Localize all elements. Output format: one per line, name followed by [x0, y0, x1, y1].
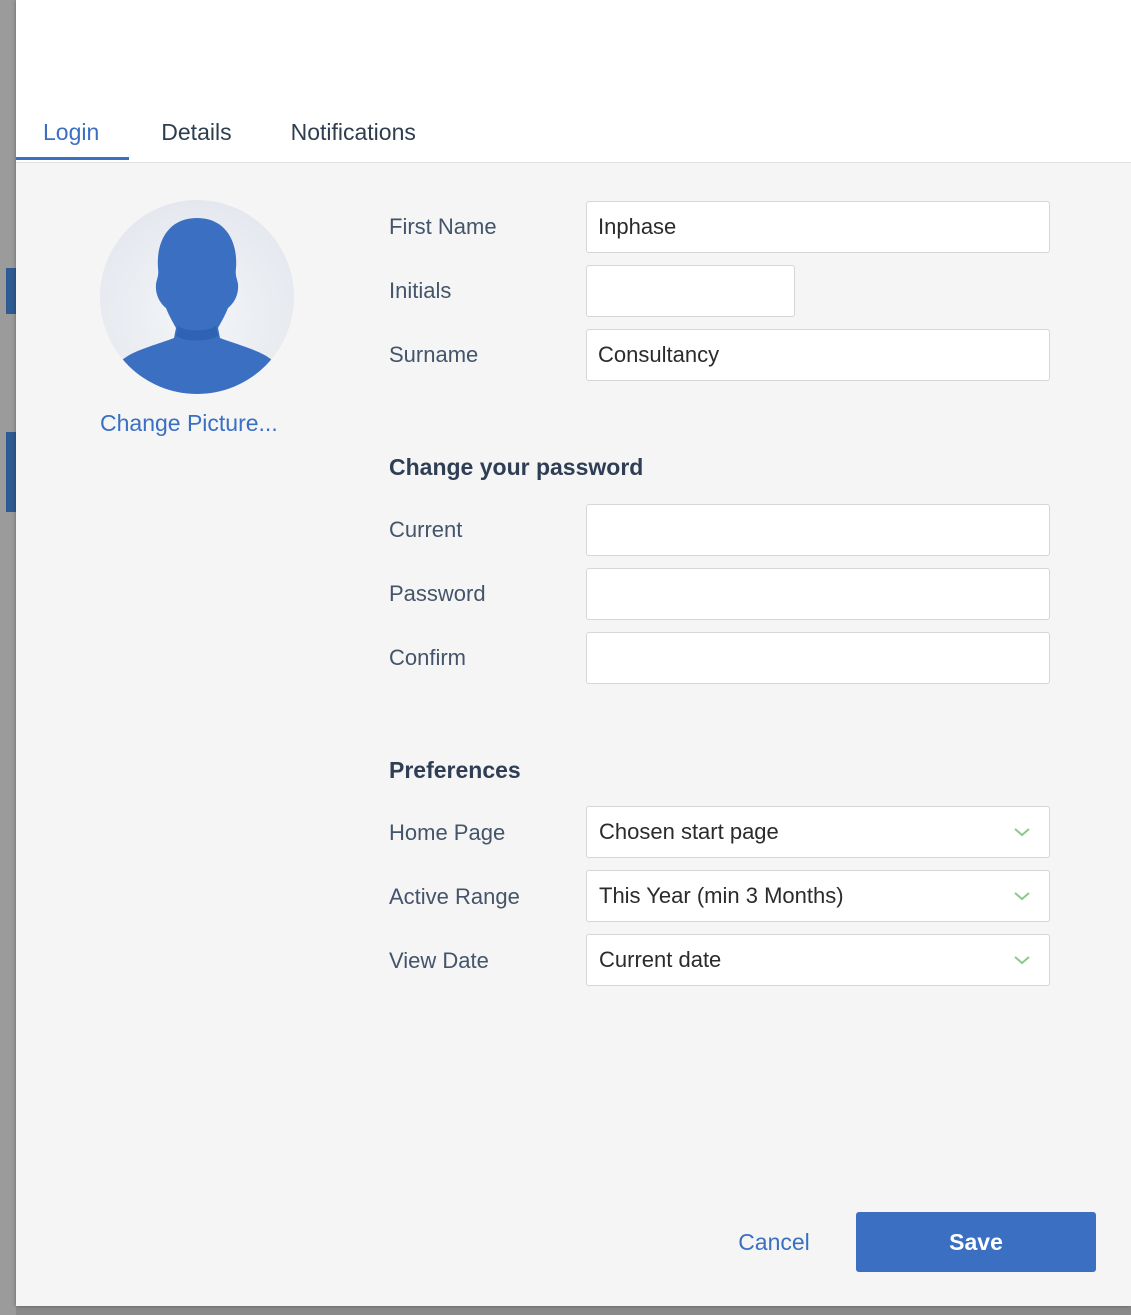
view-date-select[interactable]: Current date [586, 934, 1050, 986]
background-bar [6, 268, 16, 314]
surname-label: Surname [389, 342, 479, 367]
dialog-header: Login Details Notifications [16, 0, 1131, 163]
tab-notifications[interactable]: Notifications [264, 110, 443, 160]
chevron-down-icon [1014, 892, 1030, 901]
user-profile-dialog: Login Details Notifications Change Pictu… [16, 0, 1131, 1306]
avatar [100, 200, 294, 394]
tab-bar: Login Details Notifications [16, 110, 443, 162]
user-silhouette-icon [122, 218, 272, 394]
current-password-label: Current [389, 517, 463, 542]
home-page-value: Chosen start page [599, 819, 779, 844]
confirm-password-input[interactable] [586, 632, 1050, 684]
password-section-title: Change your password [389, 454, 644, 480]
background-app-strip [0, 0, 16, 1315]
new-password-input[interactable] [586, 568, 1050, 620]
tab-details[interactable]: Details [134, 110, 258, 160]
initials-input[interactable] [586, 265, 795, 317]
chevron-down-icon [1014, 956, 1030, 965]
current-password-input[interactable] [586, 504, 1050, 556]
confirm-password-label: Confirm [389, 645, 467, 670]
tab-login[interactable]: Login [16, 110, 130, 160]
home-page-label: Home Page [389, 820, 506, 845]
home-page-select[interactable]: Chosen start page [586, 806, 1050, 858]
active-range-select[interactable]: This Year (min 3 Months) [586, 870, 1050, 922]
cancel-button[interactable]: Cancel [716, 1214, 832, 1270]
surname-input[interactable] [586, 329, 1050, 381]
first-name-input[interactable] [586, 201, 1050, 253]
active-range-label: Active Range [389, 884, 520, 909]
change-picture-link[interactable]: Change Picture... [100, 410, 304, 437]
preferences-section-title: Preferences [389, 757, 521, 783]
view-date-value: Current date [599, 947, 722, 972]
chevron-down-icon [1014, 828, 1030, 837]
save-button[interactable]: Save [856, 1212, 1096, 1272]
initials-label: Initials [389, 278, 452, 303]
new-password-label: Password [389, 581, 486, 606]
background-bar [6, 432, 16, 512]
view-date-label: View Date [389, 948, 489, 973]
first-name-label: First Name [389, 214, 497, 239]
active-range-value: This Year (min 3 Months) [599, 883, 844, 908]
